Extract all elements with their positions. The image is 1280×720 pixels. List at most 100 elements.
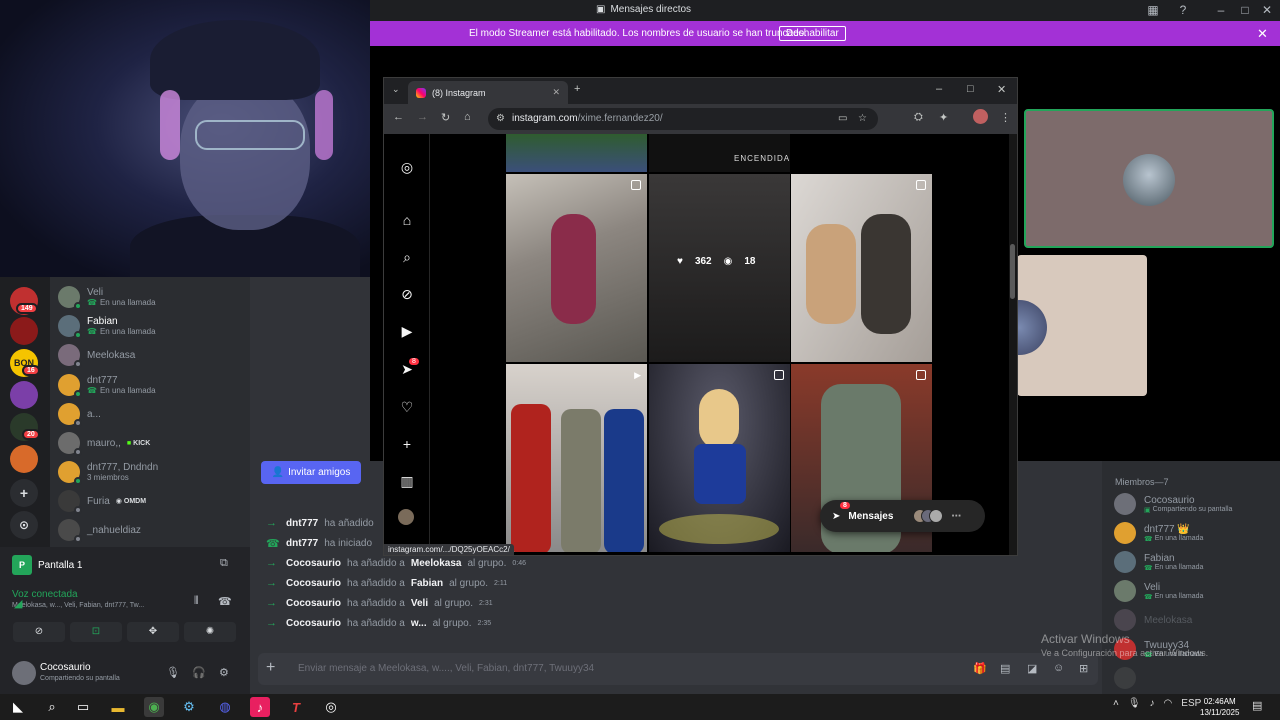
forward-icon[interactable]: → bbox=[417, 111, 428, 123]
address-bar[interactable]: ⚙ instagram.com/xime.fernandez20/ ☆ ▭ bbox=[488, 108, 878, 130]
video-tile[interactable] bbox=[1024, 109, 1274, 248]
minimize-button[interactable]: – bbox=[1214, 3, 1228, 17]
close-banner-icon[interactable]: ✕ bbox=[1257, 26, 1268, 42]
maximize-icon[interactable]: □ bbox=[967, 83, 974, 95]
server-icon[interactable] bbox=[10, 445, 38, 473]
headphones-icon[interactable]: 🎧 bbox=[192, 666, 206, 679]
apps-icon[interactable]: ⊞ bbox=[1079, 662, 1088, 675]
help-icon[interactable]: ? bbox=[1176, 3, 1190, 17]
dm-item[interactable]: Veli ☎ En una llamada bbox=[58, 283, 248, 311]
gift-icon[interactable]: 🎁 bbox=[973, 662, 987, 675]
server-icon[interactable]: BON 16 bbox=[10, 349, 40, 377]
explore-icon[interactable]: ⊘ bbox=[398, 285, 416, 303]
soundboard-button[interactable]: ✺ bbox=[184, 622, 236, 642]
post-thumbnail[interactable] bbox=[506, 174, 647, 362]
dm-item[interactable]: mauro,, ■ KICK bbox=[58, 429, 248, 457]
sticker-icon[interactable]: ◪ bbox=[1027, 662, 1037, 675]
back-icon[interactable]: ← bbox=[393, 111, 404, 123]
extensions-icon[interactable]: ✦ bbox=[939, 111, 948, 124]
member-item[interactable] bbox=[1114, 667, 1136, 689]
settings-icon[interactable]: ⚙ bbox=[219, 666, 229, 679]
message-input[interactable]: + Enviar mensaje a Meelokasa, w...., Vel… bbox=[258, 653, 1098, 685]
profile-avatar[interactable] bbox=[973, 109, 988, 124]
stream-preview[interactable]: P Pantalla 1 bbox=[12, 555, 82, 575]
scrollbar[interactable] bbox=[1009, 134, 1017, 555]
instagram-logo-icon[interactable]: ◎ bbox=[398, 158, 416, 176]
notifications-heart-icon[interactable]: ♡ bbox=[398, 398, 416, 416]
menu-icon[interactable]: ⋮ bbox=[1000, 111, 1011, 124]
create-icon[interactable]: + bbox=[398, 435, 416, 453]
home-icon[interactable]: ⌂ bbox=[398, 211, 416, 229]
dm-item[interactable]: _nahueldiaz bbox=[58, 516, 248, 544]
server-icon[interactable]: 20 bbox=[10, 413, 40, 441]
add-server-icon[interactable]: + bbox=[10, 479, 38, 507]
dm-item[interactable]: dnt777 ☎ En una llamada bbox=[58, 371, 248, 399]
dm-item[interactable]: a... bbox=[58, 400, 248, 428]
close-tab-icon[interactable]: ✕ bbox=[552, 87, 560, 98]
microphone-icon[interactable]: 🎙 bbox=[166, 666, 180, 679]
dashboard-icon[interactable]: ▥ bbox=[398, 472, 416, 490]
close-window-icon[interactable]: ✕ bbox=[997, 83, 1006, 96]
post-thumbnail[interactable] bbox=[506, 134, 647, 172]
dm-item[interactable]: dnt777, Dndndn 3 miembros bbox=[58, 458, 248, 486]
inbox-button[interactable]: ▦ bbox=[1146, 3, 1160, 17]
member-item[interactable]: Meelokasa bbox=[1114, 609, 1192, 631]
member-item[interactable]: Fabian ☎ En una llamada bbox=[1114, 551, 1203, 573]
post-thumbnail[interactable] bbox=[791, 174, 932, 362]
notifications-icon[interactable]: ▤ bbox=[1252, 699, 1262, 712]
profile-avatar[interactable] bbox=[398, 509, 414, 525]
messages-popover[interactable]: ➤ 8 Mensajes ⋯ bbox=[820, 500, 985, 532]
tab-list-icon[interactable]: ⌄ bbox=[392, 84, 400, 95]
chrome-icon[interactable]: ◉ bbox=[144, 697, 164, 717]
activities-button[interactable]: ✥ bbox=[127, 622, 179, 642]
disconnect-icon[interactable]: ☎ bbox=[218, 595, 232, 608]
post-thumbnail[interactable]: ENCENDIDA bbox=[649, 134, 790, 172]
server-icon[interactable] bbox=[10, 317, 38, 345]
noise-icon[interactable]: ⫴ bbox=[194, 595, 199, 608]
screen-share-button[interactable]: ⊡ bbox=[70, 622, 122, 642]
post-thumbnail[interactable]: ▶ bbox=[506, 364, 647, 552]
invite-friends-button[interactable]: 👤 Invitar amigos bbox=[261, 461, 361, 484]
scrollbar-thumb[interactable] bbox=[1010, 244, 1015, 299]
dm-item[interactable]: Meelokasa bbox=[58, 341, 248, 369]
home-icon[interactable]: ⌂ bbox=[464, 111, 471, 123]
post-thumbnail[interactable]: ♥ 362 ◉ 18 bbox=[649, 174, 790, 362]
member-item[interactable]: Veli ☎ En una llamada bbox=[1114, 580, 1203, 602]
post-thumbnail[interactable] bbox=[649, 364, 790, 552]
close-button[interactable]: ✕ bbox=[1260, 3, 1274, 17]
discover-icon[interactable]: ⊙ bbox=[10, 511, 38, 539]
tray-chevron-icon[interactable]: ˄ bbox=[1113, 698, 1119, 709]
more-icon[interactable]: ⋯ bbox=[951, 511, 961, 522]
obs-icon[interactable]: ◎ bbox=[321, 697, 341, 717]
maximize-button[interactable]: □ bbox=[1238, 3, 1252, 17]
clock[interactable]: 02:46AM 13/11/2025 bbox=[1200, 696, 1239, 718]
gif-icon[interactable]: ▤ bbox=[1000, 662, 1010, 675]
extension-icon[interactable]: ⛭ bbox=[914, 111, 923, 124]
reels-icon[interactable]: ▶ bbox=[398, 322, 416, 340]
cast-icon[interactable]: ▭ bbox=[838, 108, 847, 130]
server-icon[interactable]: 149 bbox=[10, 287, 38, 315]
reload-icon[interactable]: ↻ bbox=[441, 111, 450, 124]
member-item[interactable]: Cocosaurio ▣ Compartiendo su pantalla bbox=[1114, 493, 1232, 515]
discord-icon[interactable]: ◍ bbox=[215, 697, 235, 717]
disable-streamer-button[interactable]: Deshabilitar bbox=[779, 26, 846, 41]
dm-item[interactable]: Fabian ☎ En una llamada bbox=[58, 312, 248, 340]
site-info-icon[interactable]: ⚙ bbox=[496, 108, 505, 130]
server-icon[interactable] bbox=[10, 381, 38, 409]
search-icon[interactable]: ⌕ bbox=[398, 248, 416, 266]
dm-item[interactable]: Furia ◉ OMDM bbox=[58, 487, 248, 515]
volume-icon[interactable]: ♪ bbox=[1150, 698, 1155, 709]
network-icon[interactable]: ◠ bbox=[1164, 698, 1173, 709]
avatar[interactable] bbox=[12, 661, 36, 685]
start-icon[interactable]: ◣ bbox=[8, 697, 28, 717]
new-tab-icon[interactable]: + bbox=[574, 83, 580, 95]
emoji-icon[interactable]: ☺ bbox=[1053, 662, 1064, 674]
mic-icon[interactable]: 🎙 bbox=[1128, 698, 1141, 709]
video-off-button[interactable]: ⊘ bbox=[13, 622, 65, 642]
search-icon[interactable]: ⌕ bbox=[42, 697, 62, 717]
tf-app-icon[interactable]: T bbox=[286, 697, 306, 717]
task-view-icon[interactable]: ▭ bbox=[73, 697, 93, 717]
language-indicator[interactable]: ESP bbox=[1181, 698, 1201, 709]
steam-icon[interactable]: ⚙ bbox=[179, 697, 199, 717]
minimize-icon[interactable]: – bbox=[936, 83, 942, 95]
